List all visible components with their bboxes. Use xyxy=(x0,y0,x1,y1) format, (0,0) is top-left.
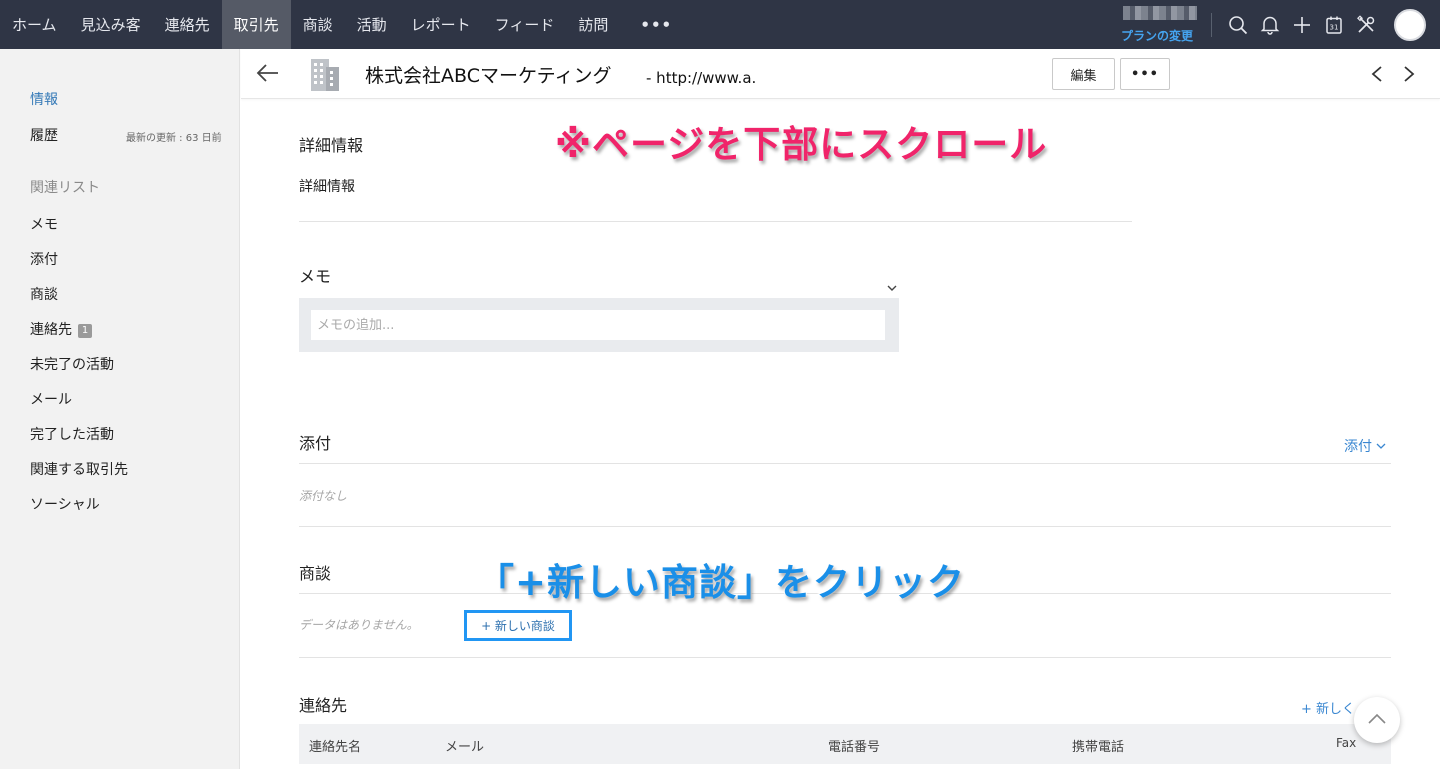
annotation-click-hint: 「+新しい商談」をクリック xyxy=(476,560,966,605)
attach-dropdown-label: 添付 xyxy=(1344,439,1372,455)
sidebar-item-related-accounts[interactable]: 関連する取引先 xyxy=(30,459,128,479)
contacts-count-badge: 1 xyxy=(78,324,92,338)
annotation-scroll-hint: ※ページを下部にスクロール xyxy=(554,122,1048,167)
deals-empty-text: データはありません。 xyxy=(299,618,419,632)
change-plan-link[interactable]: プランの変更 xyxy=(1121,27,1193,44)
deals-bottom-divider xyxy=(299,657,1391,658)
sidebar-item-label: 連絡先 xyxy=(30,322,72,338)
last-updated-text: 最新の更新 : 63 日前 xyxy=(126,133,222,144)
chevron-up-icon xyxy=(1368,713,1386,724)
back-arrow-icon[interactable] xyxy=(255,61,281,85)
nav-tab-visits[interactable]: 訪問 xyxy=(566,0,620,49)
contacts-table-header: 連絡先名 メール 電話番号 携帯電話 Fax xyxy=(299,724,1391,764)
nav-tab-deals[interactable]: 商談 xyxy=(291,0,345,49)
user-name-blurred xyxy=(1123,6,1197,20)
column-contact-name[interactable]: 連絡先名 xyxy=(309,736,361,755)
nav-tab-reports[interactable]: レポート xyxy=(399,0,483,49)
nav-tab-leads[interactable]: 見込み客 xyxy=(69,0,153,49)
deals-heading: 商談 xyxy=(299,564,332,583)
plus-icon[interactable] xyxy=(1286,0,1318,49)
attach-dropdown-button[interactable]: 添付 xyxy=(1344,436,1386,456)
notes-input[interactable] xyxy=(311,310,885,340)
record-title: 株式会社ABCマーケティング xyxy=(365,65,612,87)
new-deal-button[interactable]: + 新しい商談 xyxy=(464,610,572,641)
attachments-empty-text: 添付なし xyxy=(299,489,348,503)
nav-tab-activities[interactable]: 活動 xyxy=(345,0,399,49)
sidebar-item-deals[interactable]: 商談 xyxy=(30,284,58,304)
sidebar-item-open-activities[interactable]: 未完了の活動 xyxy=(30,354,114,374)
record-website[interactable]: - http://www.a. xyxy=(646,69,756,87)
record-main: 詳細情報 詳細情報 メモ 添付 添付 添付なし 商談 データはありません。 + … xyxy=(241,100,1440,769)
details-heading: 詳細情報 xyxy=(299,136,364,155)
calendar-icon[interactable]: 31 xyxy=(1318,0,1350,49)
related-list-heading: 関連リスト xyxy=(30,180,100,196)
record-header: 株式会社ABCマーケティング - http://www.a. 編集 ••• xyxy=(241,49,1440,99)
scroll-to-top-button[interactable] xyxy=(1354,697,1400,743)
calendar-day-text: 31 xyxy=(1330,23,1339,31)
sidebar-item-emails[interactable]: メール xyxy=(30,389,72,409)
sidebar-item-closed-activities[interactable]: 完了した活動 xyxy=(30,424,114,444)
sidebar-item-social[interactable]: ソーシャル xyxy=(30,494,100,514)
nav-right: プランの変更 31 xyxy=(1121,0,1440,49)
chevron-left-icon[interactable] xyxy=(1370,65,1384,83)
details-divider xyxy=(299,221,1132,222)
sidebar-item-history[interactable]: 履歴 xyxy=(30,125,58,145)
attachments-divider xyxy=(299,463,1391,464)
attachments-heading: 添付 xyxy=(299,434,332,453)
chevron-down-icon xyxy=(1376,443,1386,449)
record-sidebar: 情報 履歴 最新の更新 : 63 日前 関連リスト メモ 添付 商談 連絡先 1 … xyxy=(0,49,240,769)
sidebar-item-notes[interactable]: メモ xyxy=(30,214,58,234)
contacts-heading: 連絡先 xyxy=(299,696,348,715)
nav-tab-feeds[interactable]: フィード xyxy=(483,0,567,49)
nav-divider xyxy=(1211,12,1212,37)
new-contact-button[interactable]: + 新しく xyxy=(1301,698,1355,717)
column-fax[interactable]: Fax xyxy=(1336,736,1356,750)
nav-tab-accounts[interactable]: 取引先 xyxy=(221,0,291,49)
user-org-block: プランの変更 xyxy=(1121,0,1201,49)
tools-icon[interactable] xyxy=(1350,0,1382,49)
attachments-bottom-divider xyxy=(299,526,1391,527)
more-actions-button[interactable]: ••• xyxy=(1120,58,1170,90)
details-subheading: 詳細情報 xyxy=(299,179,355,195)
sidebar-item-attachments[interactable]: 添付 xyxy=(30,249,58,269)
sidebar-item-contacts[interactable]: 連絡先 1 xyxy=(30,319,92,339)
building-icon xyxy=(311,59,339,91)
nav-tab-home[interactable]: ホーム xyxy=(0,0,69,49)
nav-more-button[interactable]: ••• xyxy=(620,0,692,49)
notes-add-box xyxy=(299,298,899,352)
edit-button[interactable]: 編集 xyxy=(1052,58,1115,90)
column-phone[interactable]: 電話番号 xyxy=(828,736,880,755)
notes-heading: メモ xyxy=(299,267,332,286)
column-mobile[interactable]: 携帯電話 xyxy=(1072,736,1124,755)
chevron-right-icon[interactable] xyxy=(1402,65,1416,83)
bell-icon[interactable] xyxy=(1254,0,1286,49)
avatar[interactable] xyxy=(1394,8,1426,41)
nav-tabs: ホーム 見込み客 連絡先 取引先 商談 活動 レポート フィード 訪問 ••• xyxy=(0,0,692,49)
search-icon[interactable] xyxy=(1222,0,1254,49)
sidebar-item-info[interactable]: 情報 xyxy=(30,89,58,109)
nav-tab-contacts[interactable]: 連絡先 xyxy=(153,0,222,49)
top-nav: ホーム 見込み客 連絡先 取引先 商談 活動 レポート フィード 訪問 ••• … xyxy=(0,0,1440,49)
chevron-down-icon[interactable] xyxy=(886,283,898,293)
column-email[interactable]: メール xyxy=(445,736,484,755)
